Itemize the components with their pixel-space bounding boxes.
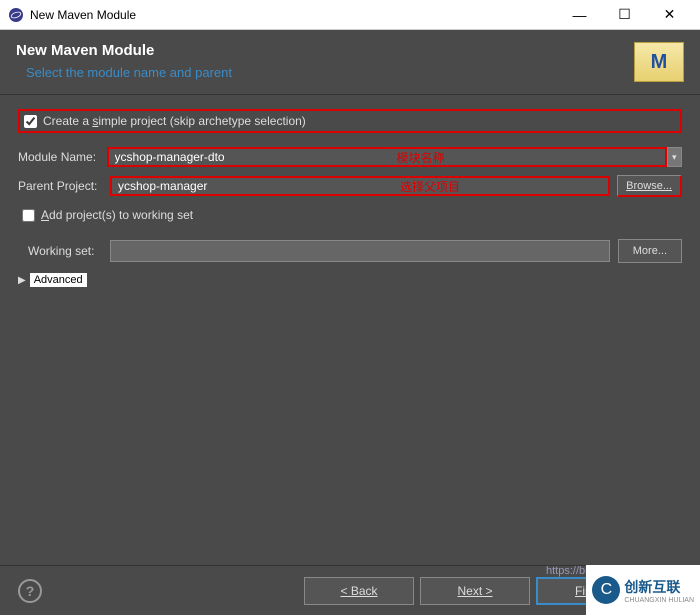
working-set-dropdown[interactable] — [110, 240, 610, 262]
advanced-label: Advanced — [30, 273, 87, 287]
back-button[interactable]: < Back — [304, 577, 414, 605]
module-name-annotation: 模块名称 — [397, 149, 445, 166]
help-icon[interactable]: ? — [18, 579, 42, 603]
add-working-set-row: Add project(s) to working set — [18, 205, 682, 225]
watermark-brand: 创新互联 — [624, 577, 694, 597]
wizard-header: New Maven Module Select the module name … — [0, 30, 700, 95]
chevron-right-icon: ▶ — [18, 275, 26, 286]
page-title: New Maven Module — [16, 42, 634, 59]
watermark: C 创新互联 CHUANGXIN HULIAN — [586, 565, 700, 615]
parent-project-label: Parent Project: — [18, 179, 110, 193]
maven-module-icon: M — [634, 42, 684, 82]
window-title: New Maven Module — [30, 8, 557, 22]
minimize-button[interactable]: — — [557, 1, 602, 29]
maximize-button[interactable]: ☐ — [602, 1, 647, 29]
add-working-set-checkbox[interactable] — [22, 209, 35, 222]
more-button[interactable]: More... — [618, 239, 682, 263]
page-subtitle: Select the module name and parent — [16, 65, 634, 80]
watermark-logo-icon: C — [592, 576, 620, 604]
close-button[interactable]: ✕ — [647, 1, 692, 29]
wizard-content: Create a simple project (skip archetype … — [0, 95, 700, 301]
advanced-toggle[interactable]: ▶ Advanced — [18, 273, 682, 287]
working-set-row: Working set: More... — [18, 239, 682, 263]
module-name-row: Module Name: 模块名称 ▾ — [18, 147, 682, 167]
working-set-label: Working set: — [28, 244, 110, 258]
simple-project-checkbox[interactable] — [24, 115, 37, 128]
watermark-sub: CHUANGXIN HULIAN — [624, 597, 694, 604]
module-name-dropdown-icon[interactable]: ▾ — [667, 147, 682, 167]
module-name-input[interactable] — [107, 147, 667, 167]
simple-project-row: Create a simple project (skip archetype … — [18, 109, 682, 133]
parent-project-input[interactable] — [110, 176, 610, 196]
eclipse-icon — [8, 7, 24, 23]
simple-project-label: Create a simple project (skip archetype … — [43, 114, 306, 128]
parent-project-annotation: 选择父项目 — [400, 178, 460, 195]
browse-button[interactable]: Browse... — [617, 175, 682, 197]
parent-project-row: Parent Project: 选择父项目 Browse... — [18, 175, 682, 197]
titlebar: New Maven Module — ☐ ✕ — [0, 0, 700, 30]
module-name-label: Module Name: — [18, 150, 107, 164]
add-working-set-label: Add project(s) to working set — [41, 208, 193, 222]
next-button[interactable]: Next > — [420, 577, 530, 605]
